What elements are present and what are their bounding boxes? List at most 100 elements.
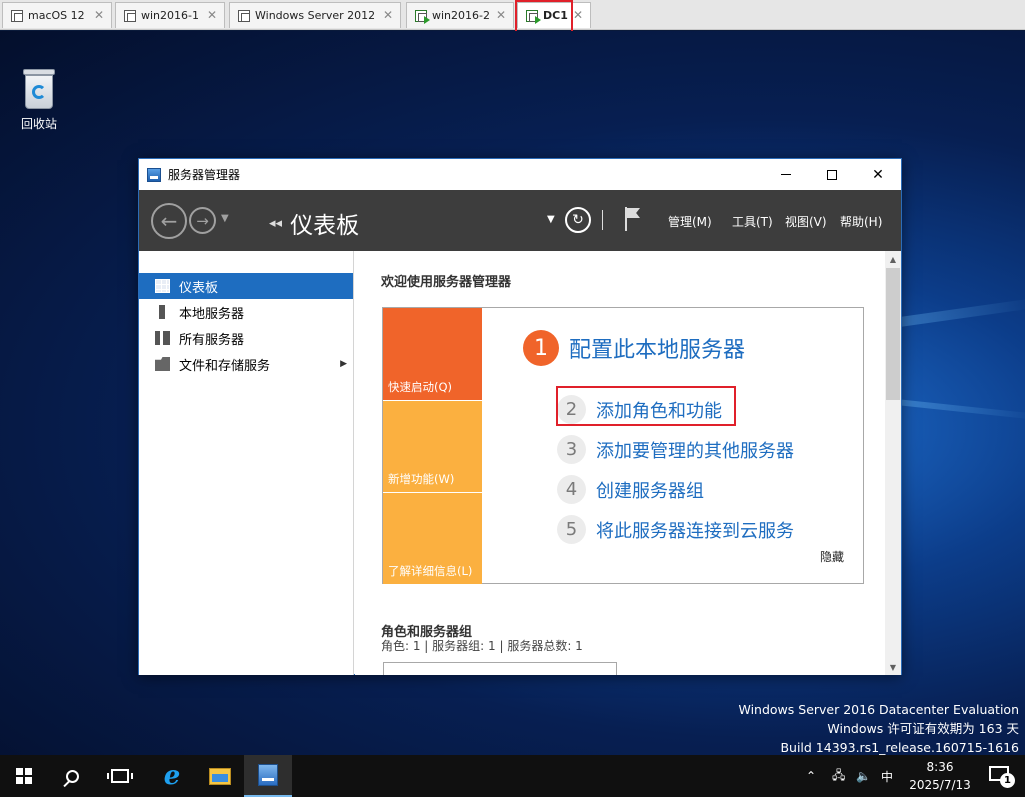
close-icon[interactable]: ✕ xyxy=(573,8,583,22)
action-center-button[interactable]: 1 xyxy=(989,764,1015,788)
step-label[interactable]: 配置此本地服务器 xyxy=(569,332,745,364)
minimize-button[interactable] xyxy=(763,159,809,190)
sidebar-item-file-storage[interactable]: 文件和存储服务 ▶ xyxy=(139,351,353,377)
double-chevron-left-icon: ◂◂ xyxy=(269,215,283,231)
step-add-roles-features[interactable]: 2 添加角色和功能 xyxy=(557,395,722,424)
vm-tab-win2016-2[interactable]: win2016-2 ✕ xyxy=(406,2,514,28)
vm-tab-label: win2016-1 xyxy=(141,9,199,22)
menu-help[interactable]: 帮助(H) xyxy=(840,213,882,230)
vm-icon xyxy=(238,9,250,22)
search-button[interactable] xyxy=(48,755,96,797)
taskbar-internet-explorer[interactable]: e xyxy=(148,755,196,797)
vm-tab-windows-server-2012[interactable]: Windows Server 2012 ✕ xyxy=(229,2,401,28)
step-number: 5 xyxy=(557,515,586,544)
vm-tab-bar: macOS 12 ✕ win2016-1 ✕ Windows Server 20… xyxy=(0,0,1025,30)
watermark-license: Windows 许可证有效期为 163 天 xyxy=(827,721,1019,736)
tile-label: 快速启动(Q) xyxy=(388,380,453,394)
watermark-edition: Windows Server 2016 Datacenter Evaluatio… xyxy=(738,702,1019,717)
step-create-server-group[interactable]: 4 创建服务器组 xyxy=(557,475,704,504)
edition-watermark: Windows Server 2016 Datacenter Evaluatio… xyxy=(738,700,1019,755)
refresh-button[interactable]: ↻ xyxy=(565,207,591,233)
step-label[interactable]: 添加要管理的其他服务器 xyxy=(596,437,794,463)
step-configure-local-server[interactable]: 1 配置此本地服务器 xyxy=(523,330,745,366)
volume-muted-icon[interactable]: 🔈 xyxy=(856,755,871,797)
sidebar-item-label: 仪表板 xyxy=(179,280,219,296)
menu-tools[interactable]: 工具(T) xyxy=(732,213,773,230)
step-label[interactable]: 添加角色和功能 xyxy=(596,397,722,423)
back-button[interactable]: ← xyxy=(151,203,187,239)
clock-date: 2025/7/13 xyxy=(909,778,971,792)
network-warning-icon[interactable]: 🖧 xyxy=(832,755,845,797)
chevron-right-icon[interactable]: ▶ xyxy=(340,359,347,369)
step-number: 1 xyxy=(523,330,559,366)
taskbar: e ⌃ 🖧 🔈 中 8:36 2025/7/13 1 xyxy=(0,755,1025,797)
folder-icon xyxy=(209,767,231,785)
welcome-title: 欢迎使用服务器管理器 xyxy=(381,275,512,290)
hide-link[interactable]: 隐藏 xyxy=(820,548,844,565)
step-connect-cloud[interactable]: 5 将此服务器连接到云服务 xyxy=(557,515,794,544)
task-view-button[interactable] xyxy=(96,755,144,797)
scroll-up-icon[interactable]: ▲ xyxy=(885,251,901,267)
clock[interactable]: 8:36 2025/7/13 xyxy=(905,758,975,794)
taskbar-file-explorer[interactable] xyxy=(196,755,244,797)
taskbar-server-manager[interactable] xyxy=(244,755,292,797)
search-icon xyxy=(65,769,79,783)
scroll-thumb[interactable] xyxy=(886,268,900,400)
dashboard-content: 欢迎使用服务器管理器 快速启动(Q) 新增功能(W) 了解详细信息(L) 1 配… xyxy=(355,251,885,675)
step-add-other-servers[interactable]: 3 添加要管理的其他服务器 xyxy=(557,435,794,464)
step-label[interactable]: 创建服务器组 xyxy=(596,477,704,503)
menu-view[interactable]: 视图(V) xyxy=(785,213,827,230)
vm-tab-macos[interactable]: macOS 12 ✕ xyxy=(2,2,112,28)
vertical-scrollbar[interactable]: ▲ ▼ xyxy=(885,251,901,675)
server-manager-icon xyxy=(147,167,161,182)
step-label[interactable]: 将此服务器连接到云服务 xyxy=(596,517,794,543)
tile-quick-start[interactable]: 快速启动(Q) xyxy=(383,308,482,400)
windows-logo-icon xyxy=(16,768,32,784)
tile-label: 新增功能(W) xyxy=(388,472,455,486)
history-dropdown-icon[interactable]: ▼ xyxy=(221,213,229,224)
close-icon[interactable]: ✕ xyxy=(383,8,393,22)
vm-tab-dc1[interactable]: DC1 ✕ xyxy=(517,2,591,28)
sidebar-item-label: 本地服务器 xyxy=(179,306,245,322)
recycle-bin[interactable]: 回收站 xyxy=(14,69,64,132)
sidebar-item-all-servers[interactable]: 所有服务器 xyxy=(139,325,353,351)
sidebar-item-dashboard[interactable]: 仪表板 xyxy=(139,273,353,299)
vm-icon xyxy=(124,9,136,22)
sidebar-item-label: 文件和存储服务 xyxy=(179,358,271,374)
server-manager-icon xyxy=(258,764,278,786)
close-icon[interactable]: ✕ xyxy=(207,8,217,22)
tray-show-hidden-icon[interactable]: ⌃ xyxy=(806,755,816,797)
tile-whats-new[interactable]: 新增功能(W) xyxy=(383,401,482,492)
step-number: 2 xyxy=(557,395,586,424)
scroll-down-icon[interactable]: ▼ xyxy=(885,659,901,675)
sidebar-item-local-server[interactable]: 本地服务器 xyxy=(139,299,353,325)
internet-explorer-icon: e xyxy=(163,761,181,791)
file-storage-icon xyxy=(155,357,170,371)
tile-learn-more[interactable]: 了解详细信息(L) xyxy=(383,493,482,584)
title-bar[interactable]: 服务器管理器 ✕ xyxy=(139,159,901,190)
close-button[interactable]: ✕ xyxy=(855,159,901,190)
breadcrumb-current: 仪表板 xyxy=(290,213,360,239)
maximize-button[interactable] xyxy=(809,159,855,190)
vm-running-icon xyxy=(415,9,430,24)
vm-tab-label: DC1 xyxy=(543,9,568,22)
start-button[interactable] xyxy=(0,755,48,797)
forward-button[interactable]: → xyxy=(189,207,216,234)
close-icon[interactable]: ✕ xyxy=(94,8,104,22)
clock-time: 8:36 xyxy=(926,760,954,774)
vm-tab-label: Windows Server 2012 xyxy=(255,9,376,22)
ime-indicator[interactable]: 中 xyxy=(881,755,893,797)
server-manager-window: 服务器管理器 ✕ ← → ▼ ◂◂ 仪表板 ▼ ↻ 管理(M) 工具(T) 视图… xyxy=(138,158,902,675)
tile-label: 了解详细信息(L) xyxy=(388,564,473,578)
task-view-icon xyxy=(107,769,133,783)
vm-tab-label: win2016-2 xyxy=(432,9,490,22)
recycle-bin-label: 回收站 xyxy=(20,117,57,131)
roles-summary: 角色: 1 | 服务器组: 1 | 服务器总数: 1 xyxy=(381,639,583,653)
toolbar: ← → ▼ ◂◂ 仪表板 ▼ ↻ 管理(M) 工具(T) 视图(V) 帮助(H) xyxy=(139,190,901,251)
close-icon[interactable]: ✕ xyxy=(496,8,506,22)
role-tile[interactable] xyxy=(383,662,617,675)
vm-tab-win2016-1[interactable]: win2016-1 ✕ xyxy=(115,2,225,28)
dropdown-arrow-icon[interactable]: ▼ xyxy=(547,214,555,225)
menu-manage[interactable]: 管理(M) xyxy=(668,213,712,230)
notifications-flag-icon[interactable] xyxy=(625,207,641,231)
